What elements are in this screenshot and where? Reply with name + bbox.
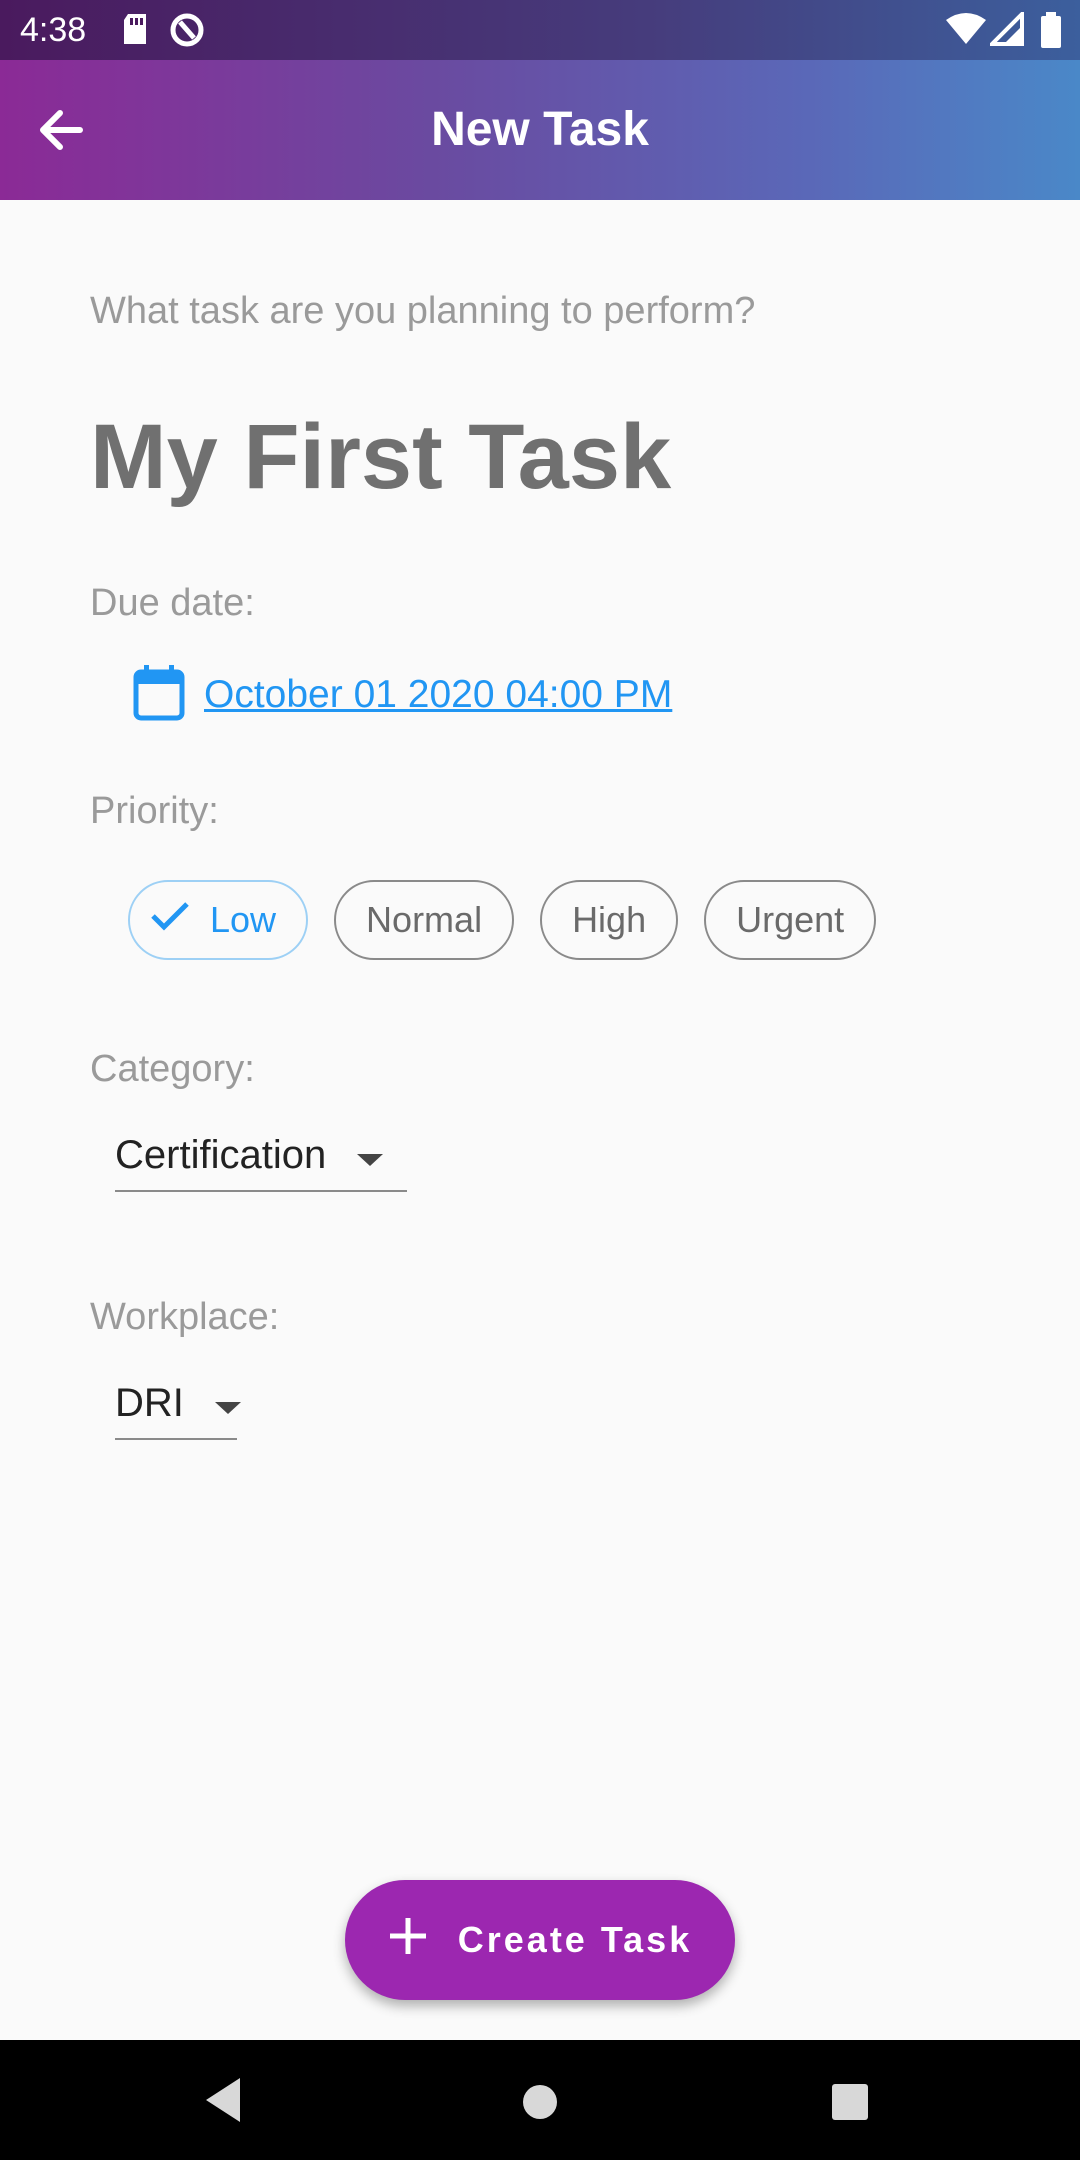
- workplace-value: DRI: [115, 1380, 184, 1425]
- page-title: New Task: [431, 103, 649, 156]
- sync-icon: [168, 12, 206, 53]
- workplace-label: Workplace:: [90, 1296, 280, 1338]
- category-label: Category:: [90, 1048, 255, 1090]
- battery-icon: [1040, 12, 1062, 53]
- plus-icon: [388, 1916, 428, 1965]
- category-dropdown[interactable]: Certification: [115, 1120, 407, 1192]
- category-value: Certification: [115, 1132, 327, 1177]
- priority-chips: Low Normal High Urgent: [128, 880, 877, 960]
- signal-icon: [987, 9, 1024, 51]
- status-bar: 4:38: [0, 0, 1080, 60]
- priority-chip-label: High: [572, 899, 647, 940]
- dropdown-arrow-icon: [214, 1381, 242, 1426]
- due-date-label: Due date:: [90, 582, 255, 624]
- create-task-button[interactable]: Create Task: [345, 1880, 735, 2000]
- priority-chip-label: Urgent: [736, 899, 845, 940]
- task-name-field[interactable]: My First Task: [90, 405, 671, 510]
- calendar-icon: [132, 664, 186, 727]
- priority-chip-label: Normal: [366, 899, 483, 940]
- home-circle-icon[interactable]: [520, 2082, 560, 2127]
- due-date-value[interactable]: October 01 2020 04:00 PM: [204, 673, 672, 717]
- priority-label: Priority:: [90, 790, 219, 832]
- system-nav-bar: [0, 2040, 1080, 2160]
- workplace-dropdown[interactable]: DRI: [115, 1368, 241, 1440]
- task-prompt: What task are you planning to perform?: [90, 290, 756, 332]
- sd-card-icon: [120, 12, 150, 51]
- recents-square-icon[interactable]: [830, 2082, 870, 2127]
- due-date-picker[interactable]: October 01 2020 04:00 PM: [132, 660, 672, 730]
- priority-chip-high[interactable]: High: [540, 880, 679, 960]
- dropdown-arrow-icon: [356, 1133, 384, 1178]
- back-triangle-icon[interactable]: [200, 2070, 244, 2135]
- status-time: 4:38: [20, 11, 87, 49]
- priority-chip-label: Low: [210, 899, 277, 940]
- priority-chip-urgent[interactable]: Urgent: [704, 880, 877, 960]
- app-bar: New Task: [0, 60, 1080, 200]
- check-icon: [150, 899, 190, 941]
- create-task-label: Create Task: [457, 1919, 693, 1960]
- screen: 4:38 New Task What task are you planning…: [0, 0, 1080, 2160]
- wifi-icon: [945, 12, 987, 51]
- priority-chip-low[interactable]: Low: [128, 880, 309, 960]
- priority-chip-normal[interactable]: Normal: [334, 880, 515, 960]
